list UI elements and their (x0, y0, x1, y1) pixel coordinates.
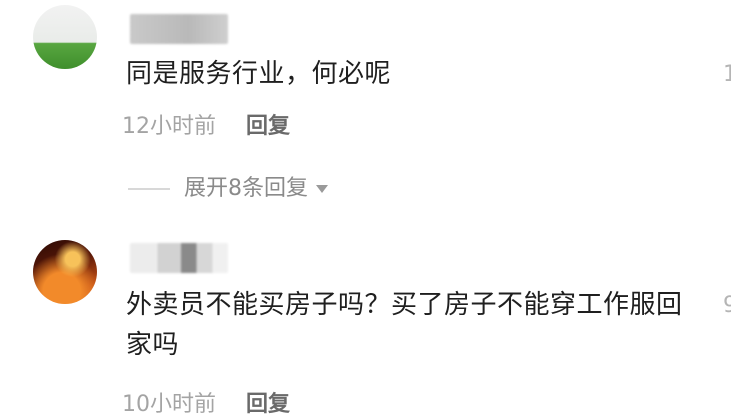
comment-time: 12小时前 (122, 114, 216, 139)
username-redacted[interactable] (130, 14, 228, 44)
comment-text: 同是服务行业，何必呢 (126, 59, 392, 89)
comment-meta: 10小时前 回复 (122, 391, 290, 419)
reply-button[interactable]: 回复 (246, 114, 290, 139)
expand-replies-button[interactable]: 展开8条回复 (128, 175, 328, 203)
like-count[interactable]: 1 (723, 62, 731, 87)
avatar[interactable] (33, 5, 97, 69)
comment-text: 外卖员不能买房子吗？买了房子不能穿工作服回家吗 (126, 290, 683, 360)
username-redacted[interactable] (130, 243, 228, 273)
divider-line (128, 188, 170, 190)
comment-meta: 12小时前 回复 (122, 113, 290, 141)
reply-button[interactable]: 回复 (246, 392, 290, 417)
chevron-down-icon (316, 185, 328, 193)
expand-replies-label: 展开8条回复 (184, 176, 308, 201)
like-count[interactable]: 9 (723, 293, 731, 318)
avatar[interactable] (33, 240, 97, 304)
comment-time: 10小时前 (122, 392, 216, 417)
